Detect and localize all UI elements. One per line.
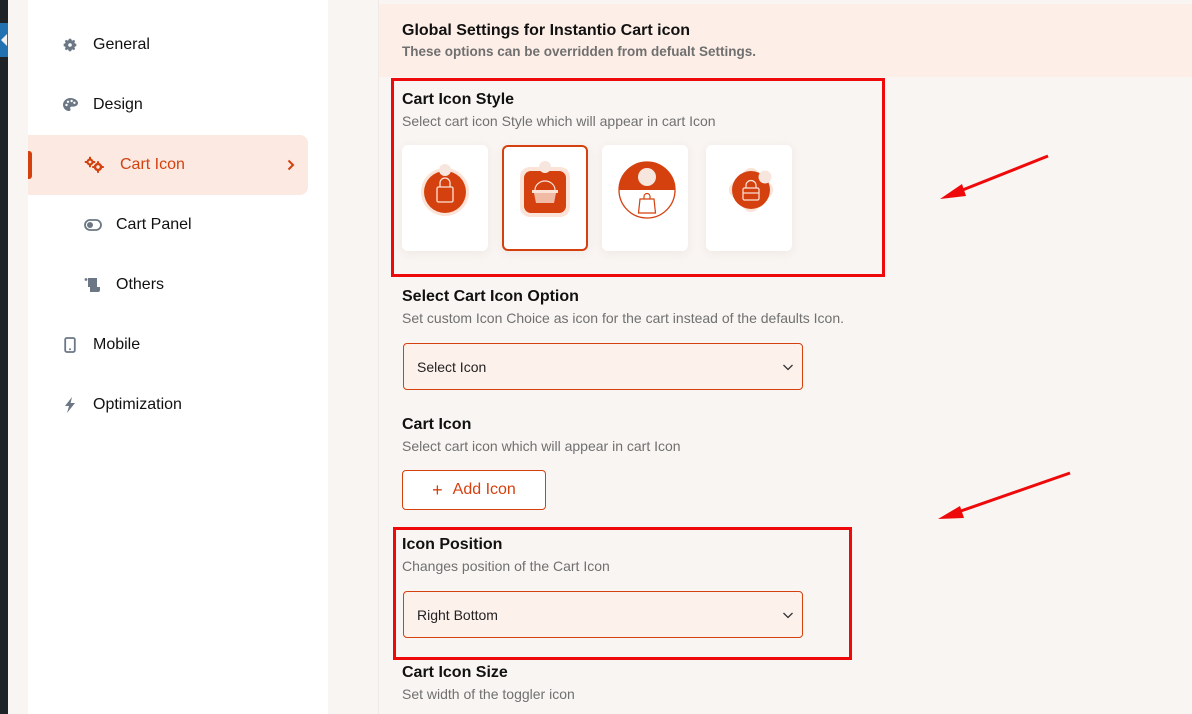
sidebar-item-design[interactable]: Design <box>28 75 308 135</box>
sidebar-item-label: Others <box>116 276 165 293</box>
cogs-icon <box>84 156 106 174</box>
annotation-arrow-1 <box>940 154 1049 199</box>
gear-icon <box>61 36 79 54</box>
active-indicator <box>28 151 32 179</box>
scroll-icon <box>84 276 102 294</box>
chevron-down-icon <box>782 360 794 376</box>
sidebar-item-label: Cart Icon <box>120 156 185 173</box>
mobile-icon <box>61 336 79 354</box>
add-icon-button[interactable]: + Add Icon <box>402 470 546 510</box>
cart-icon-description: Select cart icon which will appear in ca… <box>402 438 681 454</box>
sidebar-item-label: General <box>93 36 150 53</box>
annotation-box-icon-position <box>393 527 852 660</box>
content-divider <box>378 0 379 714</box>
chevron-right-icon <box>284 156 298 174</box>
cart-icon-size-description: Set width of the toggler icon <box>402 686 575 702</box>
add-icon-label: Add Icon <box>452 481 516 498</box>
bolt-icon <box>61 396 79 414</box>
annotation-box-cart-icon-style <box>391 78 885 277</box>
sidebar-item-others[interactable]: Others <box>28 255 308 315</box>
cart-icon-size-title: Cart Icon Size <box>402 664 508 681</box>
annotation-arrow-2 <box>938 471 1071 519</box>
sidebar-item-label: Optimization <box>93 396 182 413</box>
select-value: Select Icon <box>417 358 487 375</box>
settings-sidebar: General Design Cart Icon Cart Panel Othe… <box>28 0 328 714</box>
palette-icon <box>61 96 79 114</box>
sidebar-item-general[interactable]: General <box>28 15 308 75</box>
cart-icon-title: Cart Icon <box>402 416 472 433</box>
collapse-menu-icon[interactable] <box>0 23 8 57</box>
cart-icon-option-description: Set custom Icon Choice as icon for the c… <box>402 310 845 326</box>
sidebar-item-label: Mobile <box>93 336 141 353</box>
page-subtitle: These options can be overridden from def… <box>402 44 757 59</box>
sidebar-item-mobile[interactable]: Mobile <box>28 315 308 375</box>
cart-icon-option-title: Select Cart Icon Option <box>402 288 579 305</box>
sidebar-item-label: Cart Panel <box>116 216 192 233</box>
page-title: Global Settings for Instantio Cart icon <box>402 22 691 39</box>
settings-banner: Global Settings for Instantio Cart icon … <box>379 4 1192 77</box>
sidebar-item-cart-panel[interactable]: Cart Panel <box>28 195 308 255</box>
sidebar-item-cart-icon[interactable]: Cart Icon <box>28 135 308 195</box>
toggle-icon <box>84 216 102 234</box>
sidebar-item-label: Design <box>93 96 143 113</box>
sidebar-item-optimization[interactable]: Optimization <box>28 375 308 435</box>
cart-icon-option-select[interactable]: Select Icon <box>403 343 803 390</box>
wp-admin-menu-strip <box>0 0 8 714</box>
plus-icon: + <box>432 480 443 500</box>
